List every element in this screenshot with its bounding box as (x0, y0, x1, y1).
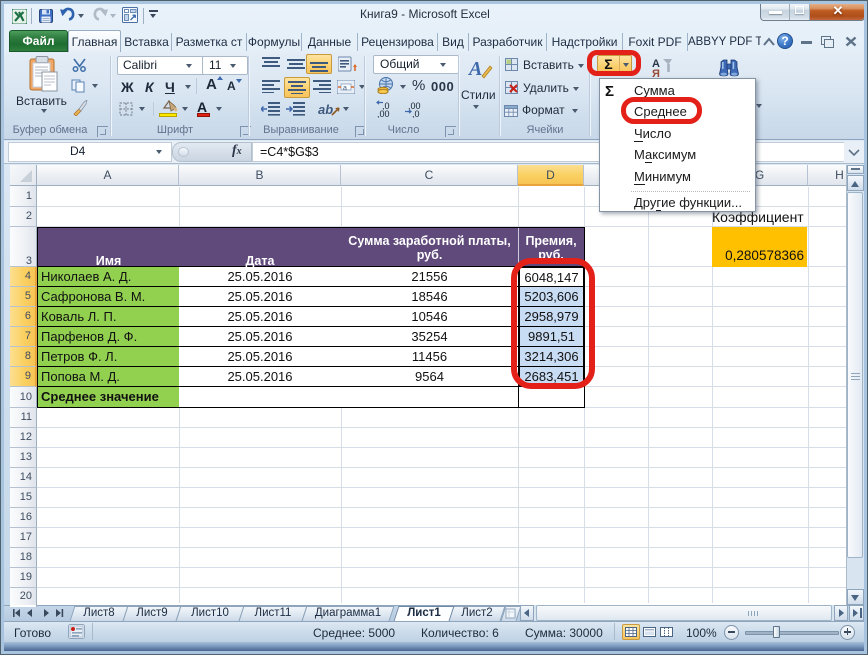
svg-text:,0: ,0 (412, 109, 420, 118)
svg-text:Я: Я (652, 68, 660, 78)
svg-text:a: a (343, 85, 347, 92)
svg-text:,00: ,00 (377, 109, 390, 118)
svg-text:ab: ab (318, 102, 333, 117)
svg-text:A: A (468, 58, 482, 80)
